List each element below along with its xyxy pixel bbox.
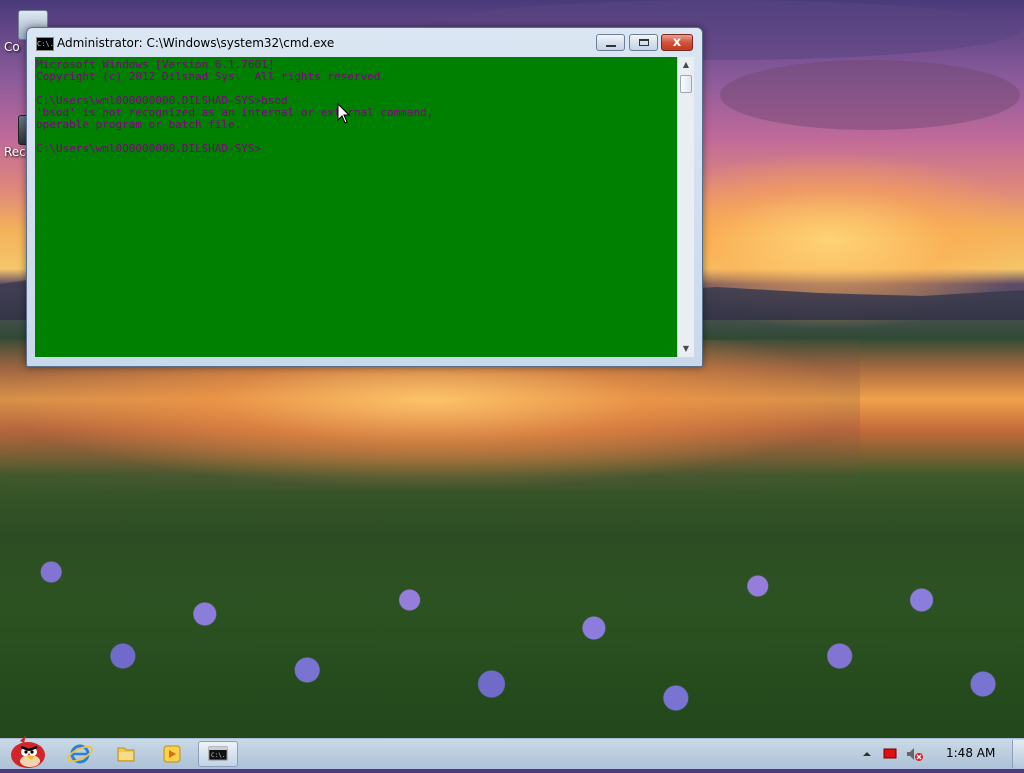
wallpaper-cloud	[720, 60, 1020, 130]
taskbar-explorer-button[interactable]	[106, 741, 146, 767]
maximize-icon	[639, 39, 649, 46]
console-line: operable program or batch file.	[36, 118, 242, 131]
console-prompt: C:\Users\wml000000000.DILSHAD-SYS>	[36, 142, 262, 155]
console-text: Microsoft Windows [Version 6.1.7601] Cop…	[35, 57, 677, 155]
taskbar: C:\. 1:48 AM	[0, 735, 1024, 769]
taskbar-ie-button[interactable]	[60, 741, 100, 767]
maximize-button[interactable]	[629, 34, 658, 51]
close-icon: x	[672, 35, 682, 50]
minimize-button[interactable]	[596, 34, 625, 51]
cmd-icon: C:\.	[36, 37, 54, 51]
scroll-down-icon[interactable]: ▼	[678, 341, 694, 357]
flag-icon[interactable]	[882, 747, 898, 761]
taskbar-clock[interactable]: 1:48 AM	[946, 746, 995, 760]
cmd-window[interactable]: C:\. Administrator: C:\Windows\system32\…	[26, 27, 703, 367]
vertical-scrollbar[interactable]: ▲ ▼	[677, 57, 694, 357]
scroll-thumb[interactable]	[680, 75, 692, 93]
taskbar-cmd-button[interactable]: C:\.	[198, 741, 238, 767]
svg-text:C:\.: C:\.	[211, 752, 225, 759]
cmd-icon: C:\.	[208, 746, 228, 761]
folder-icon	[117, 747, 135, 762]
internet-explorer-icon	[67, 744, 93, 764]
taskbar-media-player-button[interactable]	[152, 741, 192, 767]
show-desktop-button[interactable]	[1012, 740, 1024, 768]
start-button[interactable]	[2, 733, 50, 769]
media-player-icon	[163, 745, 181, 763]
console-line: Copyright (c) 2012 Dilshad Sys. All righ…	[36, 70, 387, 83]
console-output[interactable]: Microsoft Windows [Version 6.1.7601] Cop…	[35, 57, 677, 357]
scroll-up-icon[interactable]: ▲	[678, 57, 694, 73]
minimize-icon	[606, 45, 616, 47]
angry-bird-start-icon	[11, 735, 45, 768]
title-bar[interactable]: C:\. Administrator: C:\Windows\system32\…	[27, 28, 702, 56]
mouse-pointer-icon	[337, 103, 351, 124]
volume-muted-icon[interactable]	[905, 746, 925, 762]
window-title: Administrator: C:\Windows\system32\cmd.e…	[57, 36, 335, 50]
wallpaper-flowers	[0, 460, 1024, 740]
close-button[interactable]: x	[661, 34, 693, 51]
show-hidden-icons-icon[interactable]	[861, 748, 873, 760]
